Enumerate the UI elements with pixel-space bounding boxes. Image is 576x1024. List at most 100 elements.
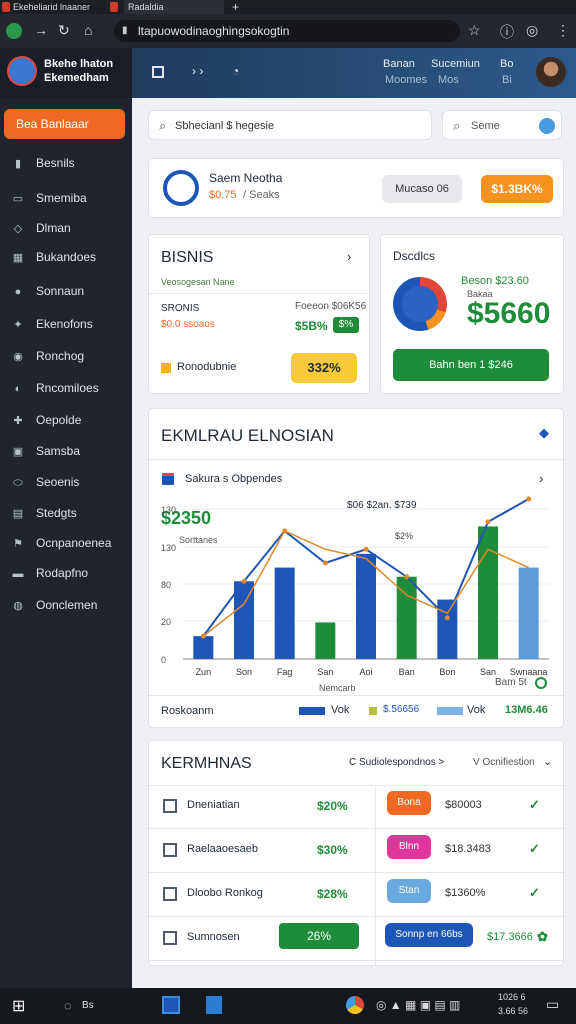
legend-item-1: Vok (331, 704, 350, 716)
top-header: › › ◔ Banan Sucemiun Bo Moomes Mos Bi (132, 48, 576, 98)
taskbar: ⊞ ◌ Bs ◎ ▲ ▦ ▣ ▤ ▥ 1026 6 3.66 56 ▭ (0, 988, 576, 1024)
header-sublink-2[interactable]: Mos (438, 74, 459, 86)
start-icon[interactable]: ⊞ (12, 996, 25, 1016)
clock-icon[interactable]: ◔ (232, 64, 239, 78)
sidebar-item-14[interactable]: ◍ Oonclemen (10, 594, 97, 616)
profile-icon[interactable] (6, 23, 22, 39)
sidebar-item-icon: ⬭ (13, 477, 23, 489)
bar (437, 599, 458, 659)
header-sublink-1[interactable]: Moomes (385, 74, 427, 86)
row-percent: $28% (317, 887, 348, 901)
new-tab-button[interactable]: + (232, 0, 239, 14)
address-bar[interactable]: ▮ ltapuowodinaoghingsokogtin (114, 20, 460, 42)
dscdles-button[interactable]: Bahn ben 1 $246 (393, 349, 549, 381)
sidebar-item-label: Dlman (36, 221, 71, 235)
row-value: $80003 (445, 799, 482, 811)
search-input[interactable]: ⌕ Sbhecianl $ hegesie (148, 110, 432, 140)
lock-icon: ▮ (122, 25, 128, 36)
sidebar-primary-button[interactable]: Bea Banlaaar (4, 109, 125, 139)
account-icon (163, 170, 199, 206)
row-tag[interactable]: Bona (387, 791, 431, 815)
profile-value-button[interactable]: $1.3BK% (481, 175, 553, 203)
header-link-3[interactable]: Bo (500, 58, 513, 70)
y-tick-label: 130 (161, 543, 176, 553)
sidebar-item-2[interactable]: ◇ Dlman (10, 217, 71, 239)
bar (356, 553, 376, 659)
menu-icon[interactable]: ⋮ (556, 22, 570, 39)
row-tag[interactable]: Stan (387, 879, 431, 903)
chevron-right-icon[interactable]: › › (192, 64, 203, 78)
sidebar-item-13[interactable]: ▬ Rodapfno (10, 562, 89, 584)
bisnis-row-value: Foeeon $06K56 (295, 301, 367, 312)
row-tag[interactable]: Blnn (387, 835, 431, 859)
chevron-right-icon[interactable]: › (347, 249, 351, 264)
header-sublink-3[interactable]: Bi (502, 74, 512, 86)
chevron-right-icon[interactable]: › (539, 471, 543, 486)
chart-plot: 0 20 80 130 130 Zun Son Fag San Aoi Ban Bon San Swnaa… (161, 496, 549, 677)
sidebar-item-3[interactable]: ▦ Bukandoes (10, 246, 96, 268)
check-icon: ✓ (529, 841, 540, 856)
extension-icon[interactable]: ◎ (526, 22, 538, 39)
info-icon[interactable]: ⓘ (500, 22, 514, 42)
kerm-filter-1[interactable]: C Sudiolespondnos > (349, 757, 444, 768)
browser-tab-1[interactable]: Ekeheliarid lnaaner (13, 0, 90, 14)
dscdles-card: Dscdlcs Beson $23.60 Bakaa $5660 Bahn be… (380, 234, 564, 394)
secondary-search-text: Seme (471, 120, 500, 132)
reload-icon[interactable]: ↻ (58, 22, 70, 39)
sidebar-item-4[interactable]: ● Sonnaun (10, 280, 84, 302)
sidebar-item-6[interactable]: ◉ Ronchog (10, 345, 84, 367)
row-value: $17.3666 (487, 931, 533, 943)
kerm-filter-2[interactable]: V Ocnifiestion (473, 757, 535, 768)
donut-chart (393, 277, 447, 331)
browser-tab-2[interactable]: Radaldia (124, 0, 224, 14)
app-icon[interactable] (206, 996, 222, 1014)
dscdles-title: Dscdlcs (393, 249, 436, 263)
chevron-down-icon[interactable]: ⌄ (543, 755, 552, 768)
home-icon[interactable]: ⌂ (84, 22, 92, 38)
clock-date: 3.66 56 (498, 1006, 529, 1016)
sidebar-item-10[interactable]: ⬭ Seoenis (10, 471, 79, 493)
legend-label: Roskoanm (161, 705, 214, 717)
sidebar-item-label: Samsba (36, 444, 81, 458)
secondary-search-input[interactable]: ⌕ Seme (442, 110, 562, 140)
sidebar-item-8[interactable]: ✚ Oepolde (10, 409, 81, 431)
profile-sub: / Seaks (243, 189, 280, 201)
chart-card-title: EKMLRAU ELNOSIAN (161, 426, 334, 445)
filter-icon[interactable] (539, 118, 555, 134)
avatar[interactable] (536, 57, 566, 87)
sidebar-item-0[interactable]: ▮ Besnils (10, 152, 75, 174)
header-link-2[interactable]: Sucemiun (431, 58, 480, 70)
sidebar-item-1[interactable]: ▭ Smemiba (10, 187, 87, 209)
header-link-1[interactable]: Banan (383, 58, 415, 70)
row-tag[interactable]: Sonnp en 66bs (385, 923, 473, 947)
sidebar-item-label: Besnils (36, 156, 75, 170)
bisnis-highlight-button[interactable]: 332% (291, 353, 357, 383)
browser-app-icon[interactable] (346, 996, 364, 1014)
divider (149, 293, 369, 294)
y-tick-label: 0 (161, 655, 166, 665)
x-tick-label: Swnaana (510, 667, 548, 677)
sidebar-item-9[interactable]: ▣ Samsba (10, 440, 80, 462)
forward-icon[interactable]: → (34, 22, 48, 38)
sidebar-item-11[interactable]: ▤ Stedgts (10, 502, 77, 524)
sidebar-item-5[interactable]: ✦ Ekenofons (10, 313, 92, 335)
star-icon[interactable]: ☆ (468, 22, 481, 39)
sidebar-item-7[interactable]: ◐ Rncomiloes (10, 377, 99, 399)
sidebar-item-icon: ◍ (13, 600, 23, 612)
search-icon[interactable]: ◌ (64, 998, 72, 1013)
profile-name: Saem Neotha (209, 171, 283, 185)
calendar-icon (162, 473, 174, 485)
panel-icon[interactable] (152, 66, 164, 78)
notification-icon[interactable]: ▭ (546, 996, 559, 1013)
brand-logo-icon (7, 56, 37, 86)
divider (375, 785, 376, 965)
taskbar-search[interactable]: Bs (82, 1000, 94, 1011)
diamond-icon[interactable]: ◆ (539, 425, 549, 441)
profile-amount: $0.75 (209, 189, 237, 201)
app-icon[interactable] (162, 996, 180, 1014)
sidebar-item-label: Rodapfno (36, 566, 89, 580)
chart-card: EKMLRAU ELNOSIAN ◆ Sakura s Obpendes › $… (148, 408, 564, 728)
sidebar-item-12[interactable]: ⚑ Ocnpanoenea (10, 532, 111, 554)
legend-item-2: $.56656 (383, 704, 420, 715)
profile-status-button[interactable]: Mucaso 06 (382, 175, 462, 203)
